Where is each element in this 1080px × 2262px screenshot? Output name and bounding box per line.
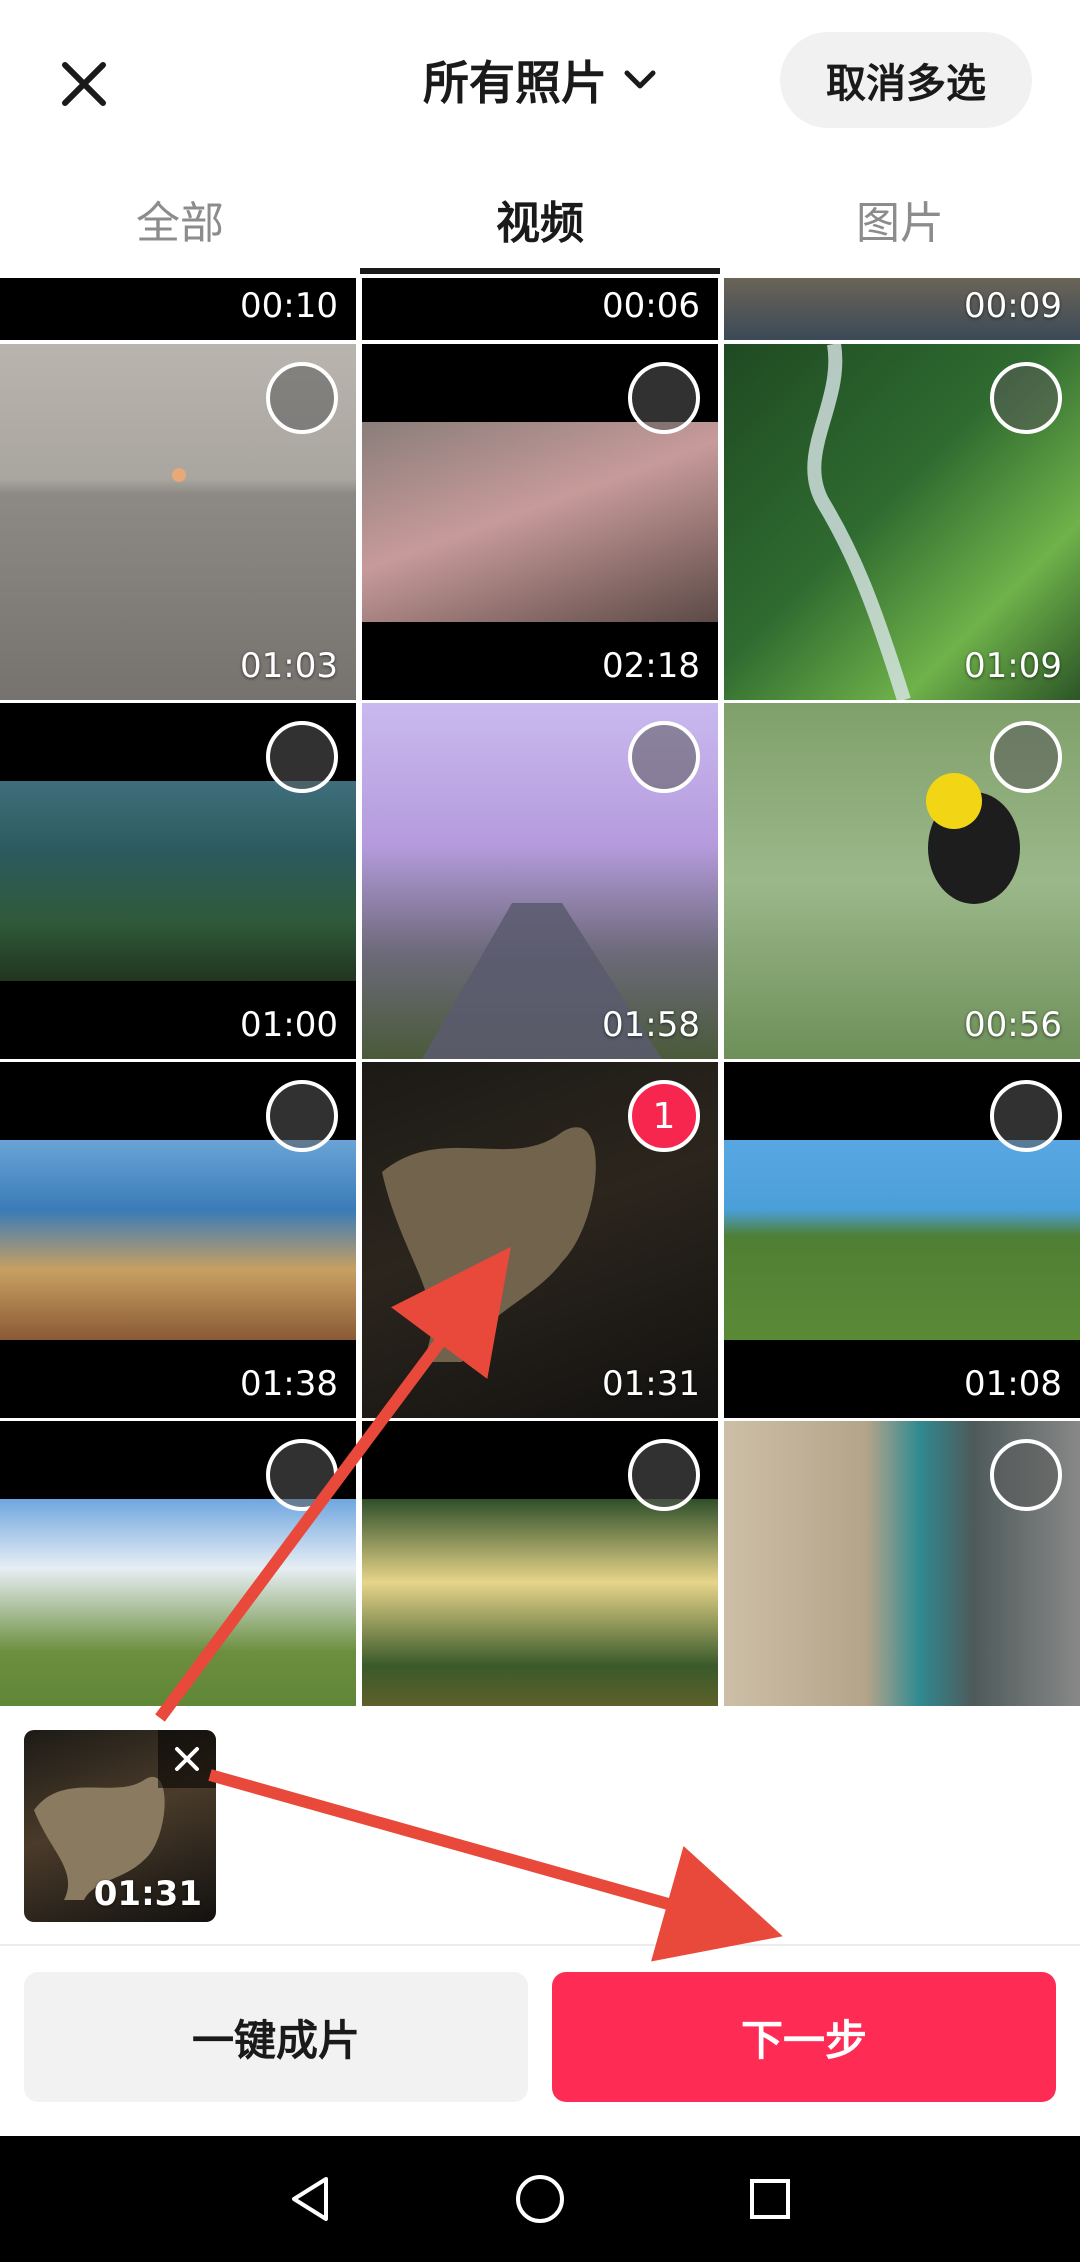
grid-item-partial[interactable]: 00:10	[0, 278, 356, 340]
grid-item[interactable]: 02:18	[362, 344, 718, 700]
select-toggle[interactable]	[990, 721, 1062, 793]
video-thumbnail	[0, 1499, 356, 1706]
close-icon	[62, 62, 106, 106]
close-button[interactable]	[44, 44, 124, 124]
nav-recents-button[interactable]	[670, 2136, 870, 2262]
select-toggle[interactable]	[628, 1439, 700, 1511]
select-toggle[interactable]	[990, 1439, 1062, 1511]
cancel-multi-select-button[interactable]: 取消多选	[780, 32, 1032, 128]
grid-item[interactable]: 01:09	[724, 344, 1080, 700]
one-click-create-button[interactable]: 一键成片	[24, 1972, 528, 2102]
grid-item[interactable]: 1 01:31	[362, 1062, 718, 1418]
video-duration: 01:09	[964, 646, 1062, 686]
video-duration: 01:58	[602, 1005, 700, 1045]
selected-indicator[interactable]: 1	[628, 1080, 700, 1152]
bottom-action-bar: 一键成片 下一步	[0, 1946, 1080, 2136]
nav-back-button[interactable]	[210, 2136, 410, 2262]
selected-thumbnail[interactable]: 01:31	[24, 1730, 216, 1922]
tab-videos[interactable]: 视频	[360, 160, 720, 278]
video-thumbnail	[0, 1140, 356, 1340]
select-toggle[interactable]	[628, 362, 700, 434]
grid-item-partial[interactable]: 00:09	[724, 278, 1080, 340]
video-thumbnail	[0, 781, 356, 981]
video-duration: 01:08	[964, 1364, 1062, 1404]
sun-glow	[172, 468, 186, 482]
select-toggle[interactable]	[266, 362, 338, 434]
grid-item[interactable]	[0, 1421, 356, 1706]
select-toggle[interactable]	[990, 362, 1062, 434]
top-bar: 所有照片 取消多选	[0, 0, 1080, 160]
video-thumbnail	[362, 1499, 718, 1706]
video-duration: 00:06	[602, 286, 700, 326]
video-thumbnail	[362, 422, 718, 622]
grid-item[interactable]: 00:56	[724, 703, 1080, 1059]
grid-item-partial[interactable]: 00:06	[362, 278, 718, 340]
grid-item[interactable]	[724, 1421, 1080, 1706]
select-toggle[interactable]	[266, 1080, 338, 1152]
active-tab-indicator	[360, 268, 720, 274]
media-type-tabs: 全部 视频 图片	[0, 160, 1080, 278]
select-toggle[interactable]	[628, 721, 700, 793]
video-duration: 02:18	[602, 646, 700, 686]
select-toggle[interactable]	[266, 1439, 338, 1511]
grid-item[interactable]: 01:58	[362, 703, 718, 1059]
selected-duration: 01:31	[93, 1874, 202, 1914]
album-selector[interactable]: 所有照片	[423, 47, 657, 113]
video-duration: 01:03	[240, 646, 338, 686]
video-duration: 00:10	[240, 286, 338, 326]
back-triangle-icon	[292, 2177, 328, 2221]
media-grid: 00:10 00:06 00:09 01:03 02:18 01:09 01:0…	[0, 278, 1080, 1706]
video-duration: 01:31	[602, 1364, 700, 1404]
grid-item[interactable]: 01:03	[0, 344, 356, 700]
home-circle-icon	[516, 2175, 564, 2223]
system-navigation-bar	[0, 2136, 1080, 2262]
recents-square-icon	[750, 2179, 790, 2219]
tab-all[interactable]: 全部	[0, 160, 360, 278]
select-toggle[interactable]	[990, 1080, 1062, 1152]
video-duration: 01:38	[240, 1364, 338, 1404]
video-duration: 00:56	[964, 1005, 1062, 1045]
remove-selected-button[interactable]	[158, 1730, 216, 1788]
select-toggle[interactable]	[266, 721, 338, 793]
nav-home-button[interactable]	[440, 2136, 640, 2262]
next-step-button[interactable]: 下一步	[552, 1972, 1056, 2102]
close-icon	[175, 1747, 199, 1771]
video-duration: 01:00	[240, 1005, 338, 1045]
grid-item[interactable]: 01:08	[724, 1062, 1080, 1418]
tab-images[interactable]: 图片	[720, 160, 1080, 278]
video-thumbnail	[724, 1140, 1080, 1340]
video-duration: 00:09	[964, 286, 1062, 326]
selected-media-tray: 01:31	[0, 1706, 1080, 1944]
album-title: 所有照片	[423, 56, 607, 110]
chevron-down-icon	[624, 70, 656, 89]
grid-item[interactable]: 01:38	[0, 1062, 356, 1418]
grid-item[interactable]	[362, 1421, 718, 1706]
grid-item[interactable]: 01:00	[0, 703, 356, 1059]
